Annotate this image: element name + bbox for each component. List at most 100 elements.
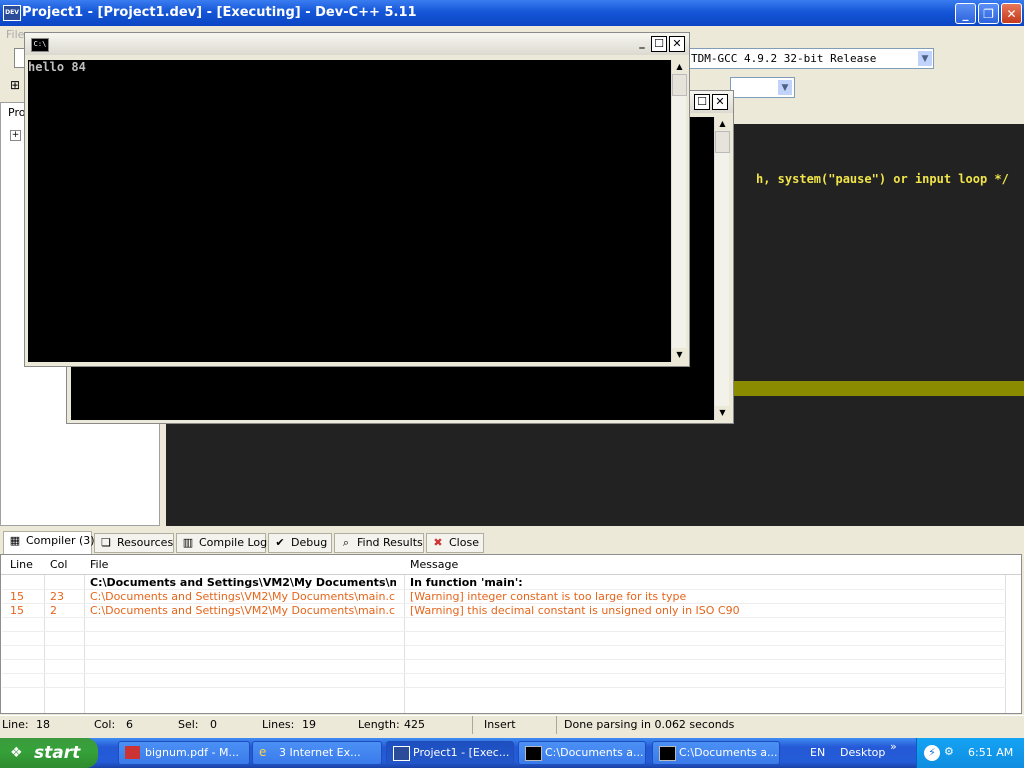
console-front-maximize-button[interactable]: ☐ xyxy=(651,36,667,52)
row-line: 15 xyxy=(10,604,24,617)
minimize-button[interactable]: _ xyxy=(955,3,976,24)
status-col-value: 6 xyxy=(126,718,133,731)
tab-label: Resources xyxy=(117,536,174,549)
console-front-output-area[interactable] xyxy=(28,60,671,362)
menu-file[interactable]: File xyxy=(6,28,24,41)
table-row[interactable]: 15 2 C:\Documents and Settings\VM2\My Do… xyxy=(2,604,1006,618)
pdf-icon xyxy=(125,746,140,759)
windows-logo-icon: ❖ xyxy=(10,745,23,761)
tab-label: Compile Log xyxy=(199,536,268,549)
resources-icon: ❏ xyxy=(101,536,111,549)
status-lines-value: 19 xyxy=(302,718,316,731)
status-col-label: Col: xyxy=(94,718,116,731)
toolbar-chevron-icon[interactable]: » xyxy=(890,740,897,753)
console-back-close-button[interactable]: ✕ xyxy=(712,94,728,110)
bar-chart-icon: ▥ xyxy=(182,536,194,549)
scroll-thumb[interactable] xyxy=(672,74,687,96)
power-icon[interactable]: ⚡ xyxy=(924,745,940,761)
row-file: C:\Documents and Settings\VM2\My Documen… xyxy=(90,604,395,617)
row-message: In function 'main': xyxy=(410,576,523,589)
scroll-down-icon[interactable]: ▼ xyxy=(672,348,687,362)
console-output-text: hello 84 xyxy=(28,60,86,74)
tab-debug[interactable]: ✔ Debug xyxy=(268,533,332,553)
table-row[interactable]: C:\Documents and Settings\VM2\My Documen… xyxy=(2,576,1006,590)
tab-find-results[interactable]: ⌕ Find Results xyxy=(334,533,424,553)
cmd-icon: C:\ xyxy=(31,38,49,52)
status-sel-value: 0 xyxy=(210,718,217,731)
task-label: C:\Documents a... xyxy=(679,746,778,759)
devcpp-icon xyxy=(393,746,410,761)
console-front-close-button[interactable]: ✕ xyxy=(669,36,685,52)
scroll-up-icon[interactable]: ▲ xyxy=(715,117,730,131)
scroll-thumb[interactable] xyxy=(715,131,730,153)
taskbar-item-devcpp[interactable]: Project1 - [Exec... xyxy=(386,741,514,765)
grid-icon: ▦ xyxy=(9,534,21,547)
scroll-down-icon[interactable]: ▼ xyxy=(715,406,730,420)
status-line-value: 18 xyxy=(36,718,50,731)
taskbar-item-console-1[interactable]: C:\Documents a... xyxy=(518,741,646,765)
console-back-maximize-button[interactable]: ☐ xyxy=(694,94,710,110)
status-length-label: Length: xyxy=(358,718,400,731)
taskbar-item-internet-explorer[interactable]: e 3 Internet Ex... xyxy=(252,741,382,765)
compiler-select[interactable]: TDM-GCC 4.9.2 32-bit Release xyxy=(686,48,934,69)
tab-label: Find Results xyxy=(357,536,423,549)
tree-expand-icon[interactable]: + xyxy=(10,130,21,141)
clock[interactable]: 6:51 AM xyxy=(968,746,1013,759)
row-file: C:\Documents and Settings\VM2\My Documen… xyxy=(90,576,396,589)
window-title: Project1 - [Project1.dev] - [Executing] … xyxy=(22,5,417,20)
table-row[interactable]: 15 23 C:\Documents and Settings\VM2\My D… xyxy=(2,590,1006,604)
header-message[interactable]: Message xyxy=(410,558,458,571)
taskbar-item-console-2[interactable]: C:\Documents a... xyxy=(652,741,780,765)
tab-label: Compiler (3) xyxy=(26,534,95,547)
header-line[interactable]: Line xyxy=(10,558,33,571)
ie-icon: e xyxy=(259,745,267,759)
tab-compile-log[interactable]: ▥ Compile Log xyxy=(176,533,268,553)
task-label: C:\Documents a... xyxy=(545,746,644,759)
tab-label: Close xyxy=(449,536,479,549)
editor-code-line: h, system("pause") or input loop */ xyxy=(756,172,1009,186)
function-dropdown-arrow-icon[interactable]: ▼ xyxy=(777,79,793,96)
close-button[interactable]: ✕ xyxy=(1001,3,1022,24)
row-message: [Warning] integer constant is too large … xyxy=(410,590,687,603)
console-front-titlebar[interactable] xyxy=(25,33,689,55)
toolbar-project-icon[interactable]: ⊞ xyxy=(10,78,24,94)
status-lines-label: Lines: xyxy=(262,718,295,731)
row-divider xyxy=(2,659,1006,660)
status-message: Done parsing in 0.062 seconds xyxy=(564,718,735,731)
status-separator xyxy=(556,716,557,734)
header-file[interactable]: File xyxy=(90,558,108,571)
console-window-front[interactable]: ▲ ▼ xyxy=(24,32,690,367)
task-label: Project1 - [Exec... xyxy=(413,746,510,759)
maximize-button[interactable]: ❐ xyxy=(978,3,999,24)
taskbar-item-pdf[interactable]: bignum.pdf - M... xyxy=(118,741,250,765)
tab-resources[interactable]: ❏ Resources xyxy=(94,533,174,553)
row-message: [Warning] this decimal constant is unsig… xyxy=(410,604,740,617)
compiler-dropdown-arrow-icon[interactable]: ▼ xyxy=(917,50,933,67)
row-col: 23 xyxy=(50,590,64,603)
editor-current-line-highlight xyxy=(732,381,1024,396)
tab-compiler[interactable]: ▦ Compiler (3) xyxy=(3,531,95,554)
console-front-scrollbar[interactable]: ▲ ▼ xyxy=(671,60,687,362)
console-front-minimize-button[interactable]: _ xyxy=(634,36,650,52)
find-icon: ⌕ xyxy=(342,536,350,549)
header-col[interactable]: Col xyxy=(50,558,67,571)
close-icon: ✖ xyxy=(433,536,443,549)
network-icon[interactable]: ⚙ xyxy=(944,745,958,759)
scroll-up-icon[interactable]: ▲ xyxy=(672,60,687,74)
task-label: 3 Internet Ex... xyxy=(279,746,361,759)
tab-close[interactable]: ✖ Close xyxy=(426,533,484,553)
status-line-label: Line: xyxy=(2,718,29,731)
project-tab[interactable]: Pro xyxy=(8,106,25,119)
row-line: 15 xyxy=(10,590,24,603)
console-back-scrollbar[interactable]: ▲ ▼ xyxy=(714,117,730,420)
cmd-icon xyxy=(659,746,676,761)
row-divider xyxy=(2,673,1006,674)
status-mode: Insert xyxy=(484,718,516,731)
cmd-icon xyxy=(525,746,542,761)
task-label: bignum.pdf - M... xyxy=(145,746,239,759)
status-length-value: 425 xyxy=(404,718,425,731)
desktop-toolbar[interactable]: Desktop xyxy=(840,746,885,759)
status-separator xyxy=(472,716,473,734)
row-divider xyxy=(2,645,1006,646)
language-indicator[interactable]: EN xyxy=(810,746,825,759)
